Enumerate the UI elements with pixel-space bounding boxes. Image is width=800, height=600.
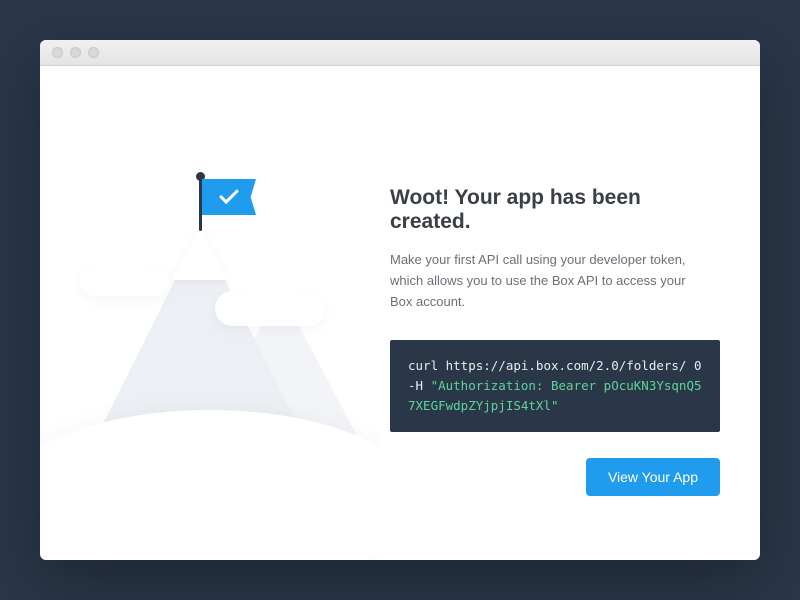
cloud-base-shape bbox=[40, 410, 380, 560]
window-close-icon[interactable] bbox=[52, 47, 63, 58]
view-app-button[interactable]: View Your App bbox=[586, 458, 720, 496]
code-line: -H "Authorization: Bearer pOcuKN3YsqnQ57… bbox=[408, 376, 702, 416]
code-snippet[interactable]: curl https://api.box.com/2.0/folders/ 0 … bbox=[390, 340, 720, 432]
success-illustration bbox=[40, 66, 380, 560]
cloud-shape bbox=[215, 291, 325, 326]
flag-icon bbox=[202, 179, 256, 215]
cloud-shape bbox=[80, 266, 170, 296]
checkmark-icon bbox=[219, 184, 239, 204]
window-minimize-icon[interactable] bbox=[70, 47, 81, 58]
app-window: Woot! Your app has been created. Make yo… bbox=[40, 40, 760, 560]
button-row: View Your App bbox=[390, 458, 720, 496]
window-titlebar bbox=[40, 40, 760, 66]
code-flag: -H bbox=[408, 378, 431, 393]
code-string: "Authorization: Bearer pOcuKN3YsqnQ57XEG… bbox=[408, 378, 702, 413]
main-panel: Woot! Your app has been created. Make yo… bbox=[380, 66, 760, 560]
page-subtext: Make your first API call using your deve… bbox=[390, 250, 710, 312]
code-line: curl https://api.box.com/2.0/folders/ 0 bbox=[408, 356, 702, 376]
content-area: Woot! Your app has been created. Make yo… bbox=[40, 66, 760, 560]
mountain-peak-shape bbox=[170, 230, 230, 280]
window-zoom-icon[interactable] bbox=[88, 47, 99, 58]
page-title: Woot! Your app has been created. bbox=[390, 186, 720, 234]
flag-pole-shape bbox=[199, 176, 202, 231]
